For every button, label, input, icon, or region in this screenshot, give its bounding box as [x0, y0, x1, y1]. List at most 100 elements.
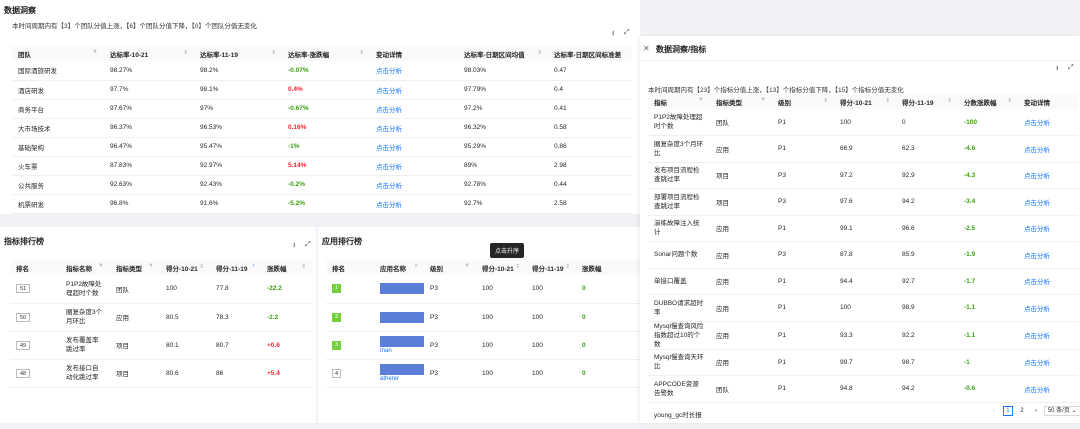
filter-icon[interactable]: ▼: [760, 97, 766, 103]
sort-icon[interactable]: ⇕: [183, 49, 188, 56]
sort-icon[interactable]: ⇕: [199, 263, 204, 270]
sort-icon[interactable]: ⇕: [885, 97, 890, 104]
analyze-link[interactable]: 点击分析: [1018, 241, 1078, 269]
sort-icon[interactable]: ⇕: [537, 49, 542, 56]
analyze-link[interactable]: 点击分析: [370, 137, 458, 157]
chevron-down-icon: ⌄: [1071, 408, 1077, 414]
analyze-link[interactable]: 点击分析: [370, 118, 458, 138]
app-name-text[interactable]: atherer: [380, 376, 399, 382]
sort-icon[interactable]: ⇕: [301, 263, 306, 270]
table-row: 50 圈复杂度3个月环比 应用 80.5 78.3 -2.2: [10, 303, 312, 332]
drawer-summary: 本时间周期内有【23】个指标分值上涨，【13】个指标分值下降，【15】个指标分值…: [648, 87, 904, 94]
filter-icon[interactable]: ▼: [698, 97, 704, 103]
analyze-link[interactable]: 点击分析: [1018, 109, 1078, 136]
analyze-link[interactable]: 点击分析: [1018, 215, 1078, 242]
sort-icon[interactable]: ⇕: [271, 49, 276, 56]
metric-type: 项目: [110, 331, 160, 360]
score-a: 100: [476, 359, 526, 388]
drawer-fullscreen-icon[interactable]: ⤢: [1068, 64, 1074, 72]
metric-level: P1: [772, 294, 834, 322]
col-change[interactable]: 涨跌幅 ⇕: [261, 260, 312, 275]
score-change: 0: [576, 275, 642, 304]
col-app-name[interactable]: 应用名称 ⌕: [374, 260, 424, 275]
close-icon[interactable]: ✕: [643, 44, 650, 53]
analyze-link[interactable]: 点击分析: [1018, 375, 1078, 403]
metric-type: 应用: [710, 268, 772, 295]
rate-a: 87.83%: [104, 156, 194, 176]
next-page-icon[interactable]: ›: [1031, 406, 1041, 416]
metric-download-icon[interactable]: ⭳: [293, 241, 295, 252]
app-name-cell[interactable]: man: [374, 331, 424, 360]
col-metric-type[interactable]: 指标类型 ▼: [110, 260, 160, 275]
analyze-link[interactable]: 点击分析: [370, 175, 458, 195]
table-row: 49 发布覆盖率跳过率 项目 80.1 80.7 +0.6: [10, 331, 312, 360]
metric-level: P1: [772, 215, 834, 242]
page-size-select[interactable]: 50 条/页 ⌄: [1043, 406, 1080, 416]
metric-type: 应用: [710, 294, 772, 322]
insight-download-icon[interactable]: ⭳: [612, 29, 614, 40]
analyze-link[interactable]: 点击分析: [370, 61, 458, 81]
rate-mean: 89%: [458, 156, 548, 176]
table-row: DUBBO请求超时率 应用 P1 100 98.9 -1.1 点击分析: [648, 294, 1078, 322]
sort-icon[interactable]: ⇕: [947, 97, 952, 104]
sort-icon[interactable]: ⇕: [1007, 97, 1012, 104]
score-a: 97.6: [834, 188, 896, 216]
col-score-a[interactable]: 得分-10-21 ⇕: [160, 260, 210, 275]
col-score-a[interactable]: 得分-10-21 ⇕: [476, 260, 526, 275]
sort-icon[interactable]: ⇕: [823, 97, 828, 104]
app-name-cell[interactable]: [374, 275, 424, 304]
analyze-link[interactable]: 点击分析: [370, 99, 458, 119]
app-name-text[interactable]: man: [380, 348, 392, 354]
drawer-download-icon[interactable]: ⭳: [1056, 64, 1058, 75]
analyze-link[interactable]: 点击分析: [370, 80, 458, 100]
col-mean[interactable]: 达标率-日期区间均值 ⇕: [458, 46, 548, 61]
table-row: 演练故障注入统计 应用 P1 99.1 96.6 -2.5 点击分析: [648, 215, 1078, 242]
metric-name: P1P2故障处理超时个数: [60, 275, 110, 304]
analyze-link[interactable]: 点击分析: [1018, 349, 1078, 376]
analyze-link[interactable]: 点击分析: [1018, 268, 1078, 295]
sort-icon[interactable]: ⇕: [565, 263, 570, 270]
metric-level: P3: [772, 162, 834, 189]
metric-name: P1P2故障处理超时个数: [648, 109, 710, 136]
prev-page-icon[interactable]: ‹: [989, 406, 999, 416]
analyze-link[interactable]: 点击分析: [1018, 162, 1078, 189]
col-score-b[interactable]: 得分-11-19 ⇕: [896, 94, 958, 109]
rank-cell: 4: [326, 359, 374, 388]
sort-icon[interactable]: ⇕: [359, 49, 364, 56]
analyze-link[interactable]: 点击分析: [1018, 321, 1078, 350]
col-rate-a[interactable]: 达标率-10-21 ⇕: [104, 46, 194, 61]
col-metric-name[interactable]: 指标名称 ▼: [60, 260, 110, 275]
col-score-b[interactable]: 得分-11-19 ↑: [210, 260, 261, 275]
analyze-link[interactable]: 点击分析: [370, 156, 458, 176]
sort-icon[interactable]: ⇕: [515, 263, 520, 270]
analyze-link[interactable]: 点击分析: [1018, 135, 1078, 163]
filter-icon[interactable]: ▼: [98, 263, 104, 269]
rate-change: -0.2%: [282, 175, 370, 195]
col-level[interactable]: 级别 ▼: [424, 260, 476, 275]
app-name-cell[interactable]: [374, 303, 424, 332]
search-icon[interactable]: ⌕: [415, 263, 418, 270]
col-score-b[interactable]: 得分-11-19 ⇕: [526, 260, 576, 275]
app-name-cell[interactable]: atherer: [374, 359, 424, 388]
insight-fullscreen-icon[interactable]: ⤢: [624, 29, 630, 37]
rate-mean: 98.03%: [458, 61, 548, 81]
col-rate-b[interactable]: 达标率-11-19 ⇕: [194, 46, 282, 61]
page-2[interactable]: 2: [1017, 406, 1027, 416]
filter-icon[interactable]: ▼: [464, 263, 470, 269]
col-metric[interactable]: 指标 ▼: [648, 94, 710, 109]
page-1[interactable]: 1: [1002, 406, 1013, 416]
rate-std: 0.41: [548, 99, 632, 119]
analyze-link[interactable]: 点击分析: [370, 194, 458, 214]
col-level[interactable]: 级别 ⇕: [772, 94, 834, 109]
analyze-link[interactable]: 点击分析: [1018, 188, 1078, 216]
sort-active-icon[interactable]: ↑: [252, 263, 255, 269]
analyze-link[interactable]: 点击分析: [1018, 294, 1078, 322]
col-change[interactable]: 达标率-涨跌幅 ⇕: [282, 46, 370, 61]
col-team[interactable]: 团队 ▼: [12, 46, 104, 61]
filter-icon[interactable]: ▼: [92, 49, 98, 55]
col-metric-type[interactable]: 指标类型 ▼: [710, 94, 772, 109]
col-score-change[interactable]: 分数涨跌幅 ⇕: [958, 94, 1018, 109]
col-score-a[interactable]: 得分-10-21 ⇕: [834, 94, 896, 109]
filter-icon[interactable]: ▼: [148, 263, 154, 269]
metric-fullscreen-icon[interactable]: ⤢: [305, 241, 311, 249]
